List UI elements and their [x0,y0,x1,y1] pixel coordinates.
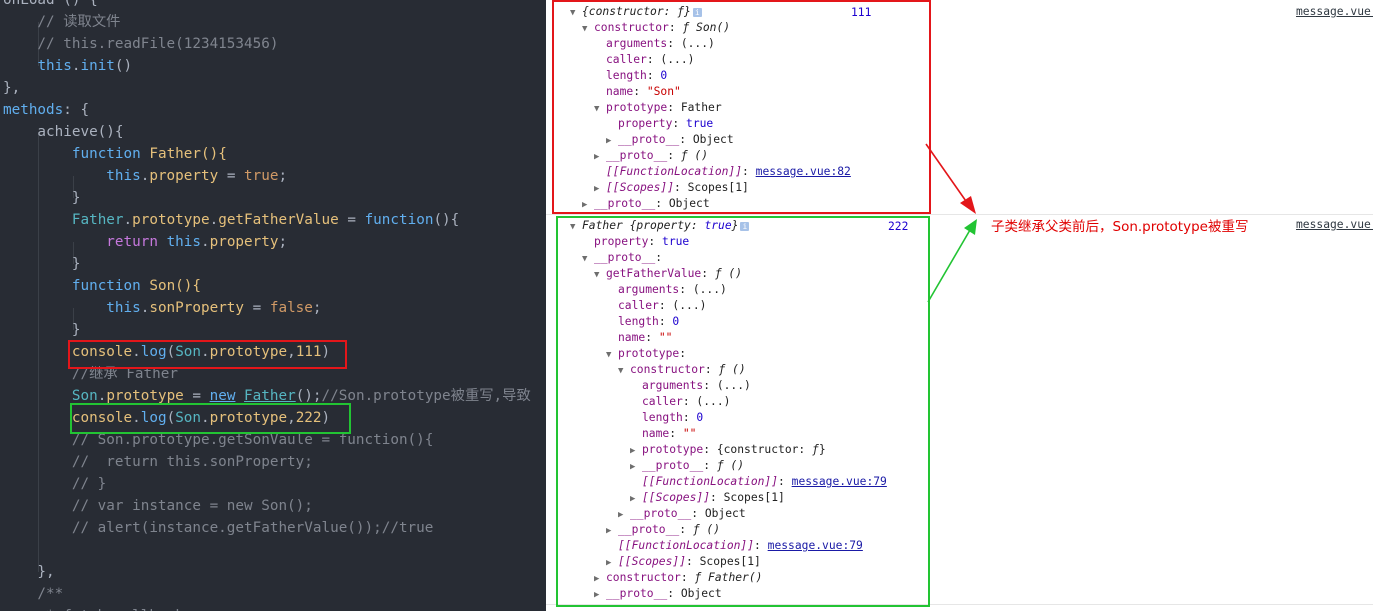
code-line: // return this.sonProperty; [3,451,313,473]
code-token: return [106,234,158,250]
code-token: false [269,300,313,316]
code-token: } [3,190,81,206]
code-token: . [201,234,210,250]
code-token: = [218,168,245,184]
code-token: // return this.sonProperty; [3,454,313,470]
log-source-link-1[interactable]: message.vue: [1296,5,1373,18]
code-token: true [244,168,279,184]
code-token: ; [278,168,288,184]
code-token: }, [3,80,21,96]
code-line: methods: { [3,99,89,121]
code-token: function [364,212,434,228]
code-token: : { [63,102,90,118]
code-token: () [114,58,133,74]
code-token: function [71,278,141,294]
code-line: // var instance = new Son(); [3,495,313,517]
code-line: } [3,319,81,341]
code-line: // this.readFile(1234153456) [3,33,278,55]
code-token: ; [278,234,288,250]
code-line: }, [3,77,20,99]
code-line: this.init() [3,55,132,77]
code-token: getFatherValue [218,212,339,228]
code-token: = [338,212,365,228]
code-token: }, [3,564,55,580]
code-token: sonProperty [149,300,245,316]
code-token: Father [244,388,296,404]
code-line: achieve(){ [3,121,124,143]
code-line: } [3,253,81,275]
code-token: } [3,256,81,272]
code-line: // } [3,473,106,495]
code-token: = [244,300,270,316]
code-token: } [3,322,81,338]
code-line: } [3,187,81,209]
code-token: // this.readFile(1234153456) [3,36,279,52]
code-line: }, [3,561,55,583]
console-box-222 [556,216,930,607]
code-line: Father.prototype.getFatherValue = functi… [3,209,459,231]
code-token: (){ [433,212,460,228]
code-line: * fetch callback [3,605,184,611]
code-line: // 读取文件 [3,11,120,33]
annotation-text: 子类继承父类前后，Son.prototype被重写 [991,219,1249,235]
code-token: this [166,234,201,250]
code-token: . [123,212,133,228]
code-token: Father [71,212,124,228]
code-line: /** [3,583,63,605]
code-token: this [106,168,141,184]
code-token: (); [295,388,322,404]
highlight-box-111 [68,340,347,369]
code-token: //Son.prototype被重写,导致 [321,388,531,404]
code-token: property [149,168,219,184]
code-token: property [209,234,279,250]
code-token: Son(){ [140,278,202,294]
code-line: this.property = true; [3,165,287,187]
code-token: Father(){ [140,146,227,162]
code-token: onLoad () { [3,0,98,8]
devtools-console: 111 message.vue: ▼ {constructor: ƒ} i ▼ cons… [546,0,1373,611]
console-box-111 [552,0,931,214]
code-token: prototype [106,388,184,404]
code-token: function [71,146,141,162]
code-line: this.sonProperty = false; [3,297,322,319]
code-token: methods [3,102,64,118]
code-token: achieve(){ [3,124,124,140]
log-source-link-2[interactable]: message.vue: [1296,218,1373,231]
code-token: this [37,58,72,74]
code-token: // 读取文件 [3,14,121,30]
console-separator [546,214,1373,215]
code-line: onLoad () { [3,0,98,11]
code-token: this [106,300,141,316]
code-line: function Father(){ [3,143,227,165]
code-token: // } [3,476,107,492]
code-token: init [80,58,115,74]
code-token: // alert(instance.getFatherValue());//tr… [3,520,434,536]
code-line: function Son(){ [3,275,201,297]
code-token: // Son.prototype.getSonVaule = function(… [3,432,434,448]
code-token: Son [71,388,98,404]
code-line: return this.property; [3,231,287,253]
code-token: // var instance = new Son(); [3,498,313,514]
highlight-box-222 [70,403,351,434]
code-token: = [183,388,210,404]
code-token: ; [312,300,322,316]
code-token: new [209,388,236,404]
code-token: prototype [132,212,210,228]
code-line: // alert(instance.getFatherValue());//tr… [3,517,434,539]
code-token: /** [3,586,64,602]
code-token: . [209,212,219,228]
code-editor[interactable]: onLoad () { // 读取文件 // this.readFile(123… [0,0,546,611]
